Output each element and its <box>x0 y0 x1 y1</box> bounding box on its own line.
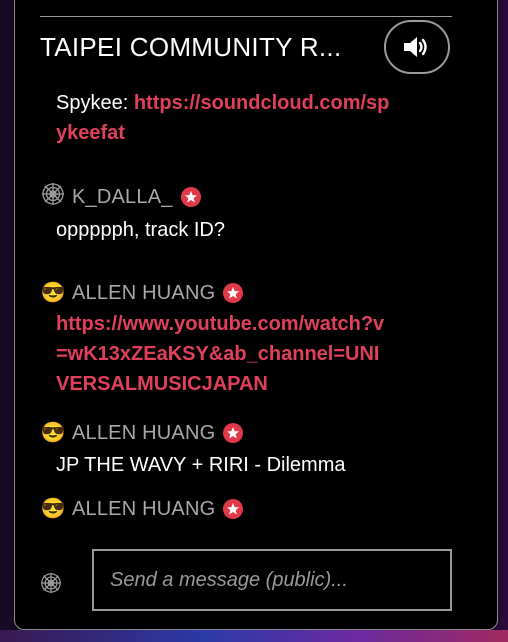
message-text: oppppph, track ID? <box>56 219 225 241</box>
message-link[interactable]: https://www.youtube.com/watch?v=wK13xZEa… <box>56 313 384 395</box>
cobweb-icon <box>40 182 66 213</box>
message-text: JP THE WAVY + RIRI - Dilemma <box>56 454 346 476</box>
sunglasses-emoji-icon: 😎 <box>40 498 66 520</box>
message-author-row: 😎 ALLEN HUANG <box>40 280 244 306</box>
sunglasses-emoji-icon: 😎 <box>40 422 66 444</box>
background-glow <box>0 630 508 642</box>
room-title: TAIPEI COMMUNITY R... <box>40 32 342 62</box>
message-input[interactable] <box>92 549 452 611</box>
author-name[interactable]: ALLEN HUANG <box>72 498 215 521</box>
sunglasses-emoji-icon: 😎 <box>40 282 66 304</box>
author-name[interactable]: ALLEN HUANG <box>72 282 215 305</box>
speaker-icon <box>404 37 427 57</box>
message-author-row: K_DALLA_ <box>40 182 201 213</box>
message-prefix: Spykee: <box>56 92 134 114</box>
audio-toggle-button[interactable] <box>384 20 450 74</box>
message-author-row: 😎 ALLEN HUANG <box>40 496 244 522</box>
cobweb-icon <box>40 572 62 594</box>
author-name[interactable]: ALLEN HUANG <box>72 422 215 445</box>
star-badge-icon <box>223 499 244 519</box>
divider <box>40 16 452 17</box>
star-badge-icon <box>223 423 244 443</box>
author-name[interactable]: K_DALLA_ <box>72 186 173 209</box>
chat-message: Spykee: https://soundcloud.com/spykeefat <box>56 88 396 148</box>
star-badge-icon <box>180 187 201 207</box>
message-author-row: 😎 ALLEN HUANG <box>40 420 244 446</box>
chat-message: https://www.youtube.com/watch?v=wK13xZEa… <box>56 309 386 399</box>
star-badge-icon <box>223 283 244 303</box>
